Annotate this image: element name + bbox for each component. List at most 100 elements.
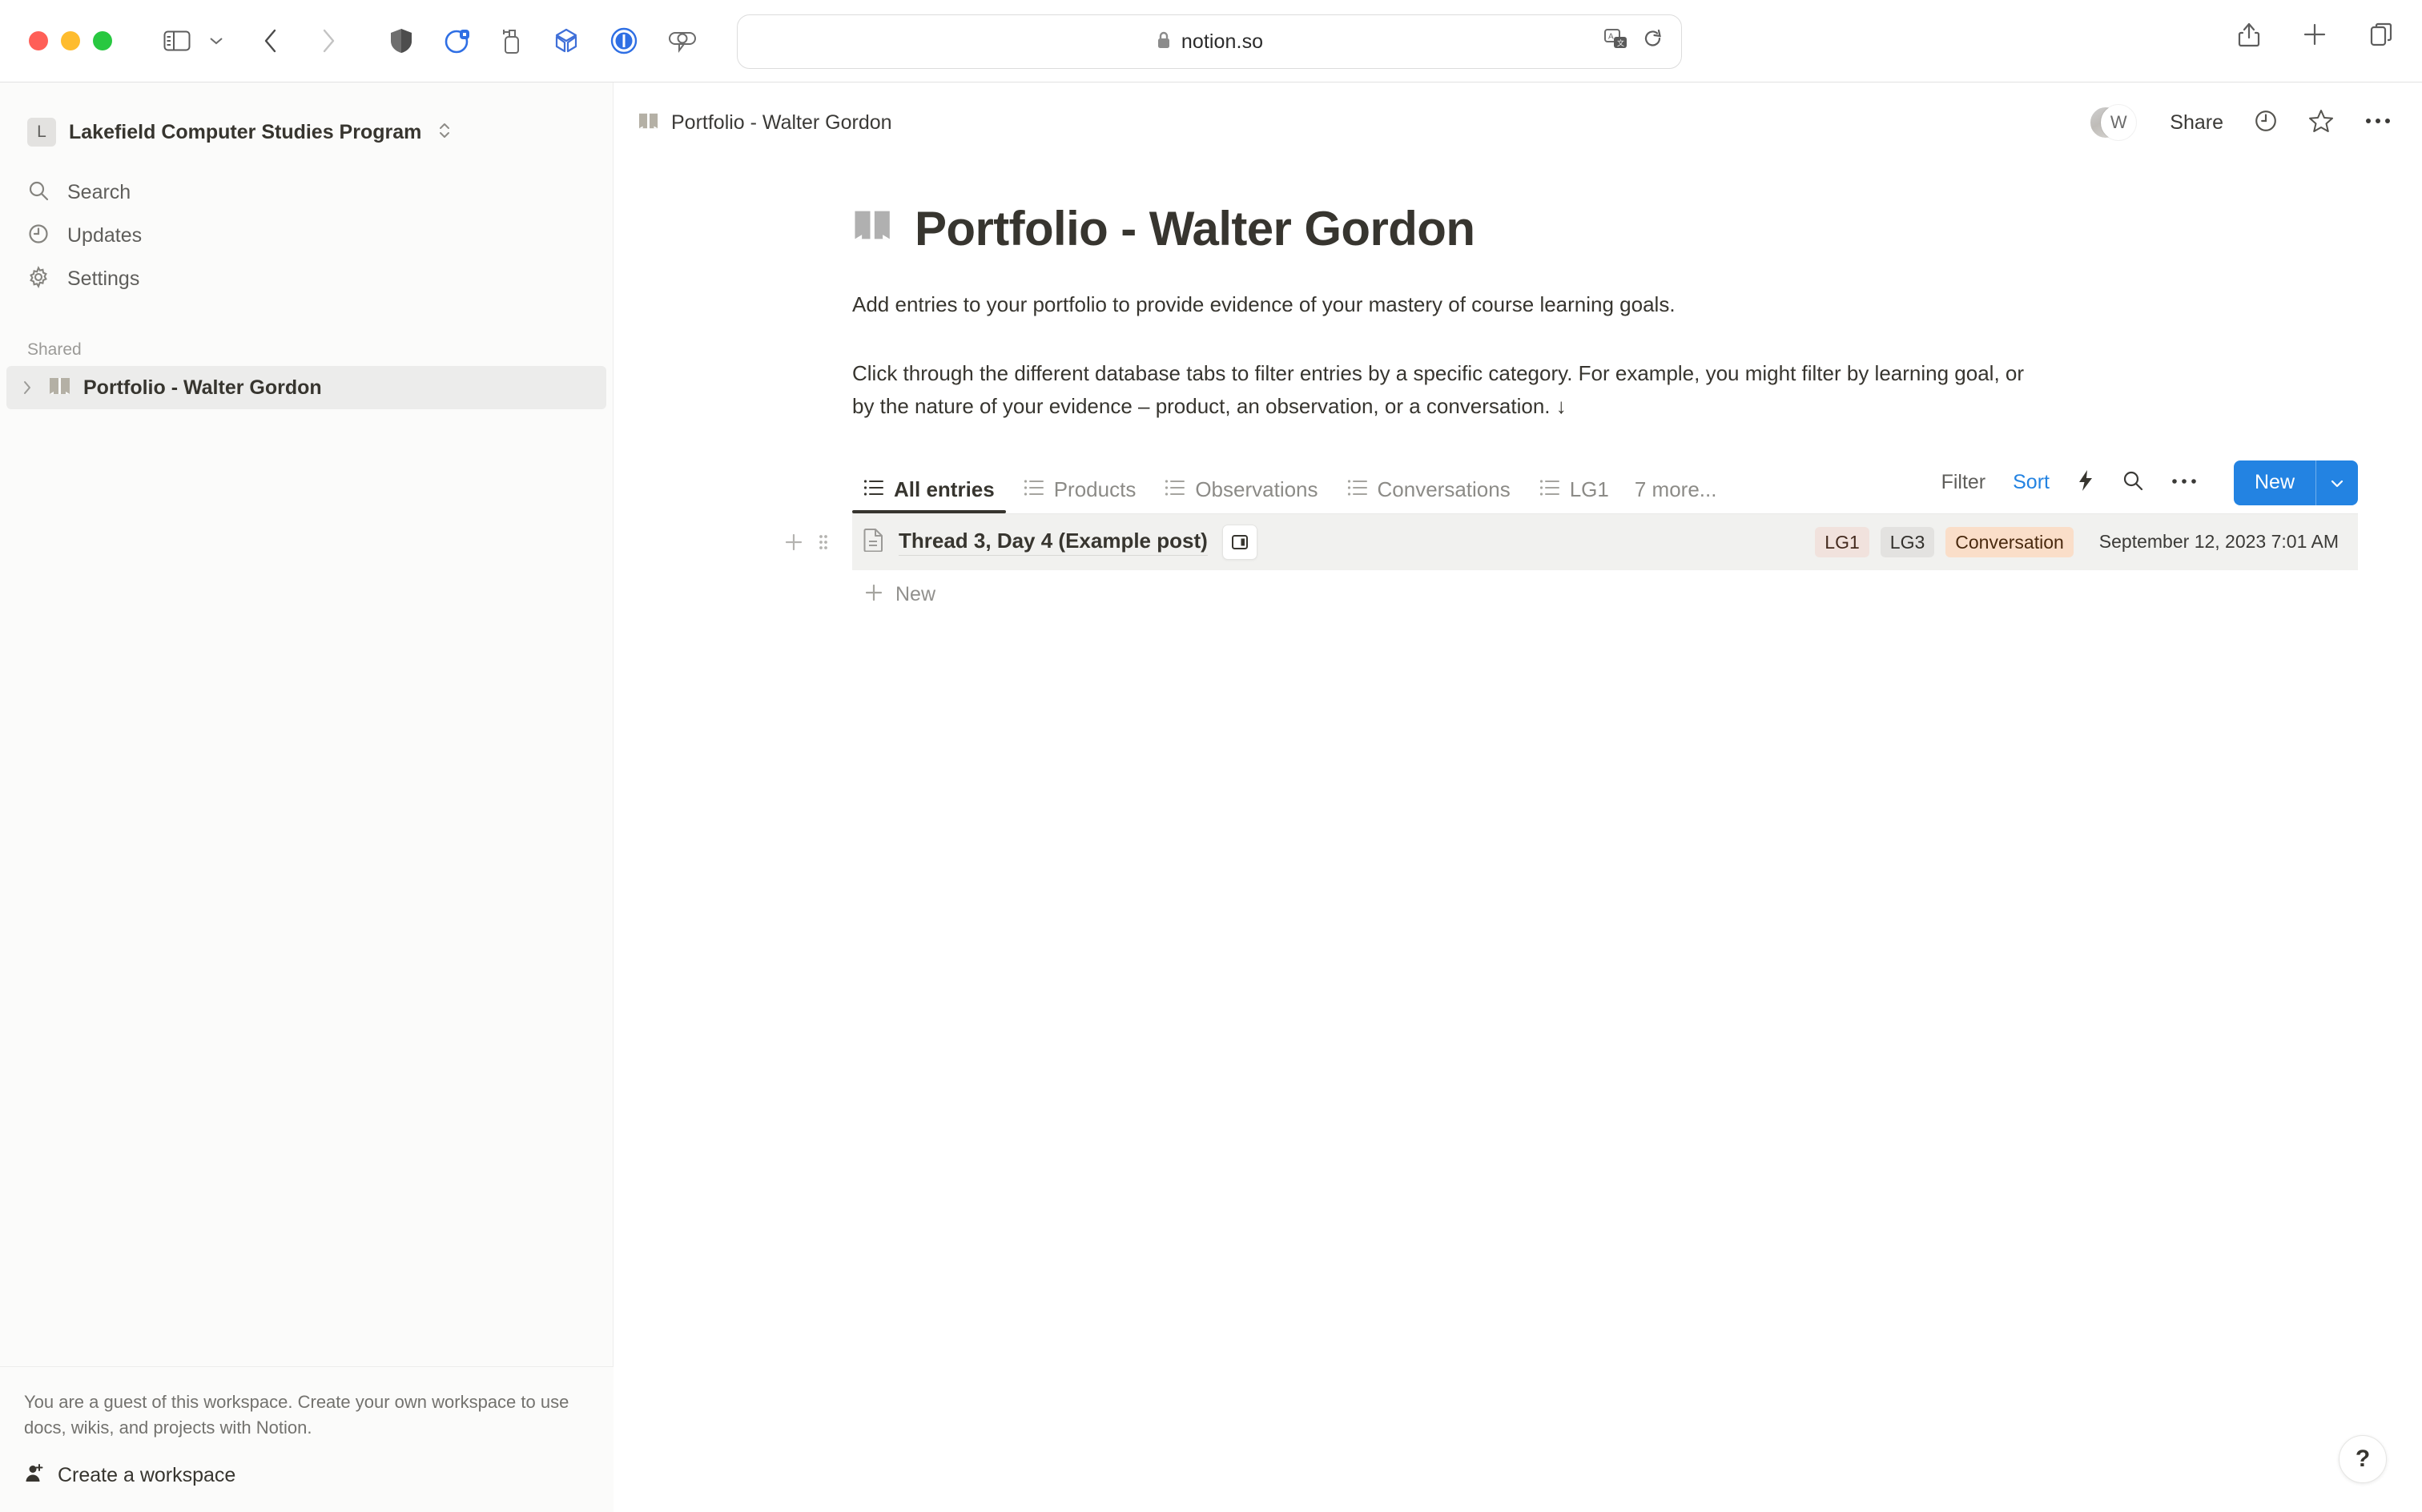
page-paragraph-2[interactable]: Click through the different database tab… [852, 357, 2038, 422]
table-row[interactable]: Thread 3, Day 4 (Example post) LG1 LG3 C… [852, 514, 2358, 570]
speech-bubble-icon[interactable] [668, 29, 697, 53]
page-topbar: Portfolio - Walter Gordon W Share [614, 82, 2422, 163]
dark-reader-icon[interactable] [444, 27, 471, 54]
row-properties: LG1 LG3 Conversation September 12, 2023 … [1815, 527, 2358, 558]
workspace-name: Lakefield Computer Studies Program [69, 121, 421, 144]
document-body: Portfolio - Walter Gordon Add entries to… [769, 201, 2267, 620]
add-new-entry-row[interactable]: New [852, 570, 2358, 620]
spray-bottle-icon[interactable] [501, 27, 522, 54]
back-arrow-icon[interactable] [255, 25, 287, 57]
tab-overview-icon[interactable] [2369, 22, 2395, 47]
workspace-switcher[interactable]: L Lakefield Computer Studies Program [19, 111, 468, 153]
tag-lg1: LG1 [1815, 527, 1869, 558]
list-view-icon [863, 477, 884, 502]
list-view-icon [1347, 477, 1368, 502]
sidebar-toggle-icon[interactable] [159, 25, 195, 57]
browser-extensions [389, 27, 697, 54]
help-button[interactable]: ? [2339, 1435, 2387, 1483]
address-bar[interactable]: notion.so A文 [737, 14, 1682, 69]
reload-icon[interactable] [1643, 29, 1664, 55]
sort-button[interactable]: Sort [2013, 471, 2050, 494]
plus-icon[interactable] [783, 532, 804, 553]
tab-lg1[interactable]: LG1 [1528, 477, 1620, 513]
collaborator-avatars[interactable]: W [2101, 105, 2136, 140]
address-bar-content: notion.so [1156, 30, 1263, 54]
database-block: All entries Products Obs [852, 464, 2358, 620]
lightning-icon[interactable] [2077, 468, 2094, 497]
row-title[interactable]: Thread 3, Day 4 (Example post) [899, 529, 1208, 556]
ellipsis-icon[interactable] [2171, 476, 2197, 490]
page-title-text[interactable]: Portfolio - Walter Gordon [915, 201, 1475, 256]
minimize-window-button[interactable] [61, 31, 80, 50]
person-add-icon [24, 1463, 45, 1488]
search-icon [27, 179, 50, 206]
tab-all-entries[interactable]: All entries [852, 477, 1006, 513]
open-in-side-peek-icon[interactable] [1222, 525, 1257, 560]
row-primary-cell[interactable]: Thread 3, Day 4 (Example post) [852, 525, 1257, 560]
clock-icon[interactable] [2254, 109, 2278, 137]
tag-lg3: LG3 [1881, 527, 1934, 558]
open-book-icon[interactable] [852, 207, 894, 251]
close-window-button[interactable] [29, 31, 48, 50]
translate-icon[interactable]: A文 [1604, 29, 1628, 55]
open-book-icon [48, 376, 72, 400]
new-tab-icon[interactable] [2302, 22, 2327, 47]
breadcrumb-label: Portfolio - Walter Gordon [671, 111, 892, 135]
sidebar-item-label: Portfolio - Walter Gordon [83, 376, 322, 400]
row-gutter [783, 514, 830, 570]
breadcrumb[interactable]: Portfolio - Walter Gordon [638, 111, 892, 135]
url-text: notion.so [1181, 30, 1263, 54]
new-entry-button[interactable]: New [2234, 460, 2358, 505]
page-content: Portfolio - Walter Gordon Add entries to… [614, 201, 2422, 620]
avatar: W [2101, 105, 2136, 140]
star-icon[interactable] [2308, 108, 2334, 138]
share-icon[interactable] [2238, 21, 2260, 48]
clock-icon [27, 223, 50, 249]
filter-button[interactable]: Filter [1941, 471, 1986, 494]
chevron-down-icon[interactable] [2316, 460, 2358, 505]
chevron-right-icon[interactable] [18, 379, 37, 396]
sidebar-item-label: Search [67, 181, 131, 204]
sidebar: L Lakefield Computer Studies Program Sea… [0, 82, 614, 1512]
tab-observations[interactable]: Observations [1153, 477, 1329, 513]
sidebar-item-portfolio-walter-gordon[interactable]: Portfolio - Walter Gordon [6, 366, 606, 409]
more-views-button[interactable]: 7 more... [1627, 477, 1725, 513]
guest-notice: You are a guest of this workspace. Creat… [24, 1389, 589, 1441]
drag-handle-icon[interactable] [817, 532, 830, 553]
share-button[interactable]: Share [2170, 111, 2223, 135]
tab-products[interactable]: Products [1012, 477, 1148, 513]
add-new-entry-label: New [895, 583, 935, 606]
tab-conversations[interactable]: Conversations [1336, 477, 1522, 513]
tab-label: Products [1054, 477, 1137, 502]
chevron-down-icon[interactable] [205, 25, 227, 57]
sidebar-item-label: Settings [67, 267, 139, 291]
ellipsis-icon[interactable] [2364, 115, 2392, 130]
workspace-avatar: L [27, 118, 56, 147]
tab-label: Observations [1195, 477, 1318, 502]
tab-label: All entries [894, 477, 995, 502]
onepassword-icon[interactable] [610, 27, 638, 54]
database-toolbar: Filter Sort New [1941, 460, 2358, 513]
question-mark-icon: ? [2356, 1446, 2370, 1473]
create-workspace-button[interactable]: Create a workspace [24, 1463, 589, 1488]
maximize-window-button[interactable] [93, 31, 112, 50]
sidebar-item-updates[interactable]: Updates [19, 214, 593, 257]
sidebar-item-settings[interactable]: Settings [19, 257, 593, 300]
shield-icon[interactable] [389, 27, 413, 54]
chevron-up-down-icon [437, 120, 452, 145]
plus-icon [863, 582, 884, 607]
browser-right-actions [2238, 21, 2395, 48]
tab-label: Conversations [1378, 477, 1511, 502]
sidebar-item-label: Updates [67, 224, 142, 247]
view-tab-list: All entries Products Obs [852, 477, 1724, 513]
document-icon [863, 528, 884, 556]
sidebar-item-search[interactable]: Search [19, 171, 593, 214]
page-paragraph-1[interactable]: Add entries to your portfolio to provide… [852, 288, 2038, 320]
database-view-tabs: All entries Products Obs [852, 464, 2358, 513]
page-actions: W Share [2101, 105, 2392, 140]
svg-text:A: A [1608, 32, 1614, 41]
list-view-icon [1024, 477, 1044, 502]
cube-icon[interactable] [553, 27, 580, 54]
forward-arrow-icon[interactable] [312, 25, 344, 57]
search-icon[interactable] [2122, 469, 2144, 496]
